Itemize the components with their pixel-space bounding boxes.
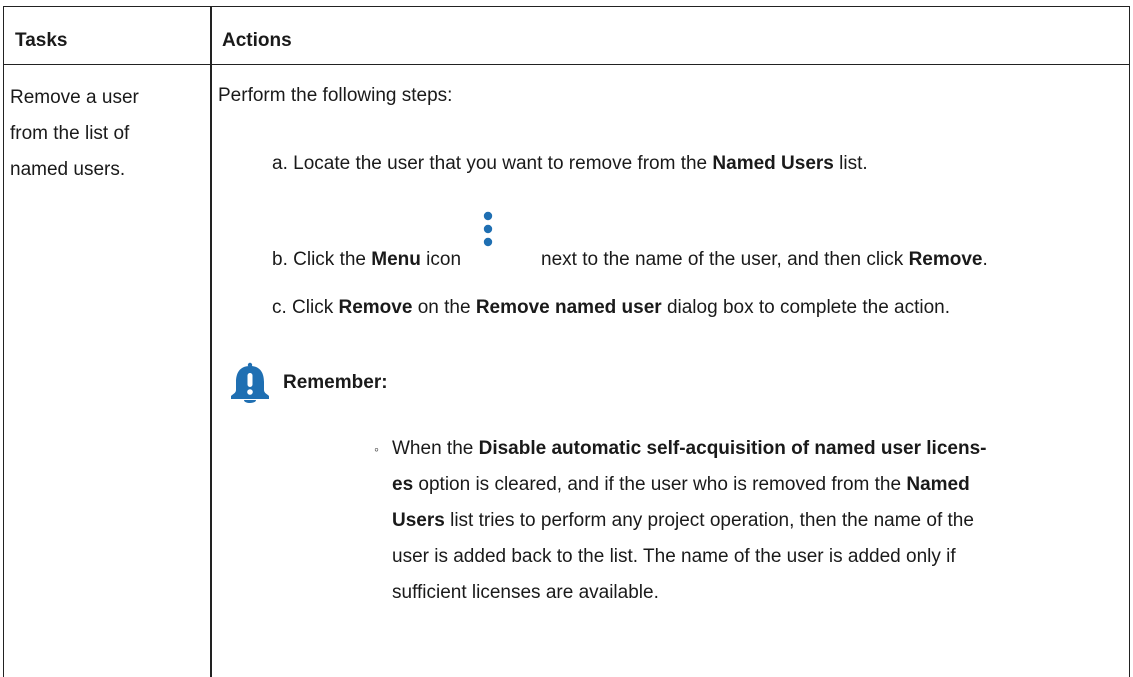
step-b-icon-word: icon [420,249,462,270]
remember-bullet: ◦ When the Disable automatic self-acquis… [374,431,1112,611]
step-a-text: a. Locate the user that you want to remo… [272,153,713,174]
bullet-line-5: sufficient licenses are available. [392,582,659,603]
bullet-bold-users: Users [392,510,445,531]
step-a-suffix: list. [833,153,868,174]
step-a: a. Locate the user that you want to remo… [272,152,868,176]
table-header-row: Tasks Actions [4,7,1129,65]
step-b-suffix: . [982,249,988,270]
step-b-mid: next to the name of the user, and then c… [541,249,909,270]
bullet-line-2: es option is cleared, and if the user wh… [392,467,1112,503]
column-divider [210,7,212,677]
step-b-bold-remove: Remove [908,249,983,270]
bullet-line-3: Users list tries to perform any project … [392,503,1112,539]
task-cell: Remove a user from the list of named use… [10,80,200,188]
bell-alert-icon [231,362,269,403]
bullet-line-4: user is added back to the list. The name… [392,546,956,567]
bullet-line-1: When the Disable automatic self-acquisit… [392,431,1112,467]
step-c-text: c. Click [272,297,339,318]
bullet-text: list tries to perform any project operat… [444,510,974,531]
header-actions: Actions [222,30,292,51]
step-c-bold-remove: Remove [338,297,413,318]
bullet-text: When the [392,438,479,459]
step-c: c. Click Remove on the Remove named user… [272,296,950,320]
step-b: b. Click the Menu icon next to the name o… [272,211,988,272]
remember-label: Remember: [283,372,388,393]
step-c-mid: on the [412,297,476,318]
vertical-ellipsis-menu-icon [481,211,495,251]
task-line: from the list of [10,123,130,144]
bullet-text: option is cleared, and if the user who i… [413,474,907,495]
steps-intro: Perform the following steps: [218,85,453,106]
step-b-bold-menu: Menu [371,249,421,270]
bullet-bold-option-end: es [392,474,414,495]
task-line: Remove a user [10,87,139,108]
bullet-bold-named: Named [906,474,970,495]
step-c-bold-dialog: Remove named user [475,297,662,318]
task-line: named users. [10,159,126,180]
bullet-bold-option: Disable automatic self-acquisition of na… [478,438,987,459]
header-tasks: Tasks [15,30,68,51]
step-c-suffix: dialog box to complete the action. [661,297,951,318]
bullet-marker: ◦ [374,441,379,457]
step-a-bold-named-users: Named Users [712,153,834,174]
step-b-text: b. Click the [272,249,372,270]
